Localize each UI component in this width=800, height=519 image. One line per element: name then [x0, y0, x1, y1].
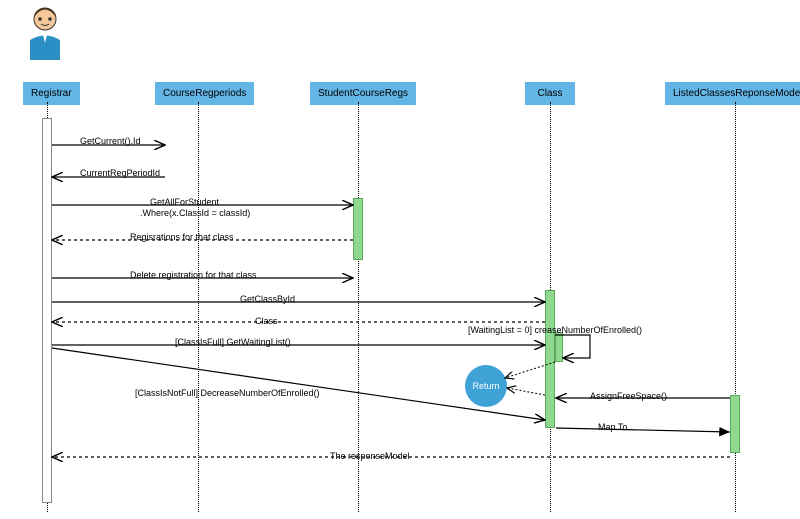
msg-whereclause: .Where(x.ClassId = classId) [140, 208, 250, 218]
msg-classreturn: Class [255, 316, 278, 326]
actor-avatar [20, 5, 70, 60]
msg-registrations: Regisrations for that class [130, 232, 234, 242]
activation-listedclasses [730, 395, 740, 453]
msg-getallforstudent: GetAllForStudent [150, 197, 219, 207]
msg-classisnotfull: [ClassIsNotFull] DecreaseNumberOfEnrolle… [135, 388, 320, 398]
msg-mapto: Map To [598, 422, 627, 432]
msg-getclassbyid: GetClassById [240, 294, 295, 304]
msg-classisfull: [ClassIsFull] GetWaitingList() [175, 337, 291, 347]
msg-assignfreespace: AssignFreeSpace() [590, 391, 667, 401]
lifeline-line-courseregperiods [198, 102, 199, 512]
msg-currentregperiodid: CurrentRegPeriodId [80, 168, 160, 178]
arrows-layer [0, 0, 800, 519]
activation-class-self [555, 332, 563, 362]
msg-deletereg: Delete registration for that class [130, 270, 257, 280]
msg-waitinglist0: [WaitingList = 0] creaseNumberOfEnrolled… [468, 325, 642, 335]
lifeline-registrar: Registrar [23, 82, 80, 105]
msg-getcurrent: GetCurrent().Id [80, 136, 141, 146]
lifeline-listedclasses: ListedClassesReponseModel [665, 82, 800, 105]
lifeline-courseregperiods: CourseRegperiods [155, 82, 254, 105]
msg-responsemodel: The responseModel [330, 451, 410, 461]
activation-class [545, 290, 555, 428]
activation-studentcourseregs [353, 198, 363, 260]
return-badge: Return [465, 365, 507, 407]
lifeline-studentcourseregs: StudentCourseRegs [310, 82, 416, 105]
activation-registrar [42, 118, 52, 503]
